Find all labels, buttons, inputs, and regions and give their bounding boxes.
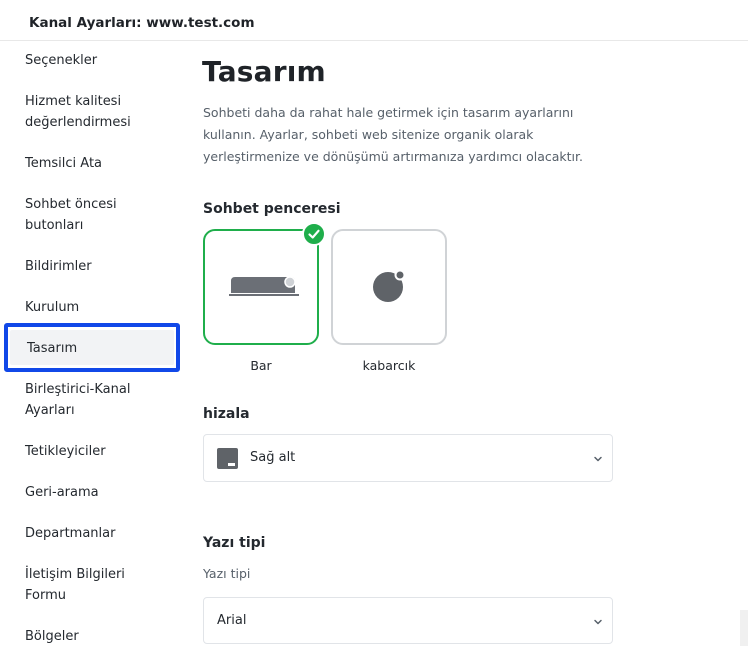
sidebar-item-departments[interactable]: Departmanlar bbox=[25, 523, 175, 544]
sidebar-item-design-label: Tasarım bbox=[27, 341, 78, 356]
channel-settings-title: Kanal Ayarları: www.test.com bbox=[29, 15, 255, 31]
font-select[interactable]: Arial bbox=[203, 597, 613, 644]
sidebar: Seçenekler Hizmet kalitesi değerlendirme… bbox=[0, 41, 185, 646]
bubble-widget-icon bbox=[373, 269, 406, 302]
bar-widget-icon bbox=[229, 276, 299, 296]
sidebar-item-contact-form[interactable]: İletişim Bilgileri Formu bbox=[25, 564, 135, 606]
font-title: Yazı tipi bbox=[203, 535, 266, 551]
bar-option-card[interactable] bbox=[203, 222, 326, 345]
sidebar-item-triggers[interactable]: Tetikleyiciler bbox=[25, 441, 175, 462]
align-title: hizala bbox=[203, 406, 250, 422]
chevron-down-icon bbox=[594, 456, 602, 462]
main-content: Tasarım Sohbeti daha da rahat hale getir… bbox=[185, 41, 748, 646]
chat-window-title: Sohbet penceresi bbox=[203, 201, 341, 217]
sidebar-item-options[interactable]: Seçenekler bbox=[25, 50, 175, 71]
sidebar-item-assign-agent[interactable]: Temsilci Ata bbox=[25, 153, 175, 174]
bottom-right-align-icon bbox=[217, 448, 238, 469]
sidebar-item-prechat-buttons[interactable]: Sohbet öncesi butonları bbox=[25, 194, 125, 236]
page-header: Kanal Ayarları: www.test.com bbox=[0, 0, 748, 41]
bubble-option-card[interactable] bbox=[331, 229, 447, 345]
sidebar-item-regions[interactable]: Bölgeler bbox=[25, 626, 175, 646]
align-select[interactable]: Sağ alt bbox=[203, 434, 613, 482]
sidebar-item-callback[interactable]: Geri-arama bbox=[25, 482, 175, 503]
design-description: Sohbeti daha da rahat hale getirmek için… bbox=[203, 105, 583, 164]
bubble-option-label: kabarcık bbox=[362, 358, 416, 373]
sidebar-item-installation[interactable]: Kurulum bbox=[25, 297, 175, 318]
font-sublabel: Yazı tipi bbox=[203, 566, 251, 581]
sidebar-item-notifications[interactable]: Bildirimler bbox=[25, 256, 175, 277]
align-select-value: Sağ alt bbox=[250, 450, 296, 465]
selected-check-icon bbox=[302, 222, 326, 246]
sidebar-item-design[interactable]: Tasarım bbox=[4, 323, 180, 372]
bar-option-label: Bar bbox=[250, 358, 272, 373]
page-title: Tasarım bbox=[202, 55, 326, 88]
sidebar-item-service-quality[interactable]: Hizmet kalitesi değerlendirmesi bbox=[25, 91, 145, 133]
chevron-down-icon bbox=[594, 619, 602, 625]
font-select-value: Arial bbox=[217, 613, 247, 628]
scroll-edge bbox=[740, 610, 748, 646]
sidebar-item-merger-channel-settings[interactable]: Birleştirici-Kanal Ayarları bbox=[25, 379, 135, 421]
